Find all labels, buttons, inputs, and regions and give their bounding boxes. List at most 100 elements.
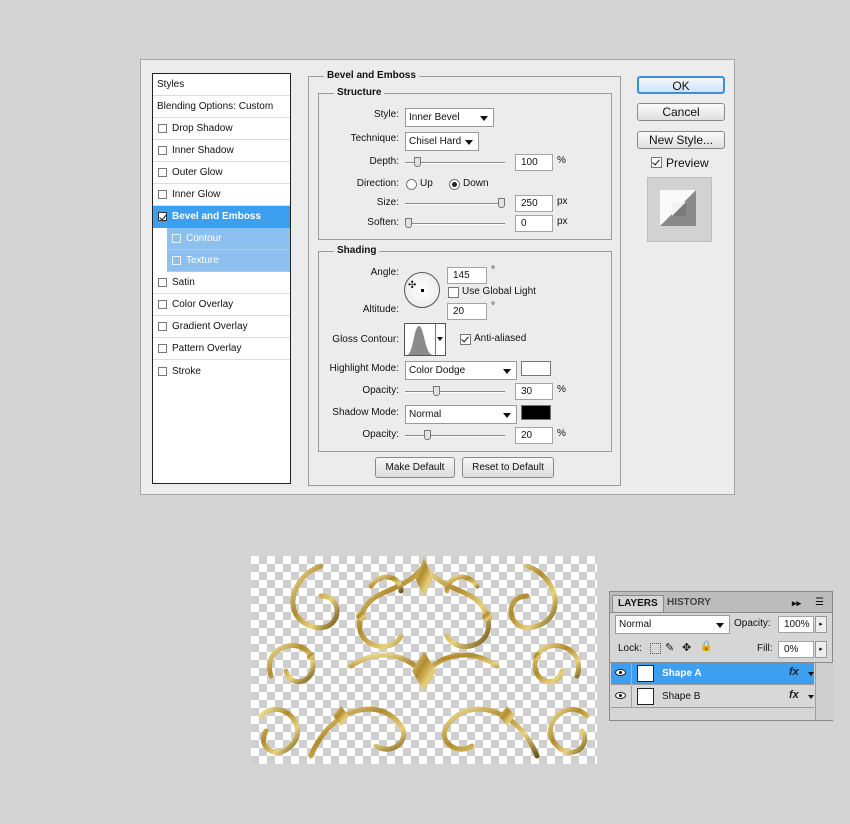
soften-unit: px (557, 216, 568, 227)
satin-checkbox[interactable] (158, 278, 167, 287)
angle-unit: ° (491, 265, 495, 276)
reset-to-default-button[interactable]: Reset to Default (462, 457, 554, 478)
texture-checkbox[interactable] (172, 256, 181, 265)
style-item-inner-glow[interactable]: Inner Glow (153, 184, 290, 206)
highlight-opacity-thumb[interactable] (432, 386, 440, 396)
shadow-opacity-slider[interactable] (405, 430, 505, 440)
lock-brush-icon[interactable]: ✎ (665, 641, 674, 654)
style-item-texture[interactable]: Texture (167, 250, 290, 272)
panel-menu-icon[interactable]: ☰ (815, 597, 824, 608)
gold-ornament-image (258, 558, 590, 759)
fill-arrow-button[interactable]: ▸ (815, 641, 827, 658)
style-item-outer-glow[interactable]: Outer Glow (153, 162, 290, 184)
preview-label: Preview (666, 156, 709, 170)
ok-button[interactable]: OK (637, 76, 725, 94)
highlight-opacity-slider[interactable] (405, 386, 505, 396)
direction-up-radio[interactable] (406, 179, 417, 190)
gradient-overlay-checkbox[interactable] (158, 322, 167, 331)
blend-mode-dropdown[interactable]: Normal (615, 615, 730, 634)
preview-checkbox[interactable] (651, 157, 662, 168)
contour-checkbox[interactable] (172, 234, 181, 243)
layers-scrollbar[interactable] (815, 663, 833, 720)
highlight-opacity-input[interactable]: 30 (515, 383, 553, 400)
fill-label: Fill: (757, 643, 773, 654)
fx-icon[interactable]: fx (789, 689, 799, 701)
shadow-opacity-input[interactable]: 20 (515, 427, 553, 444)
layers-panel: LAYERS HISTORY ▸▸ ☰ Normal Opacity: 100%… (609, 591, 833, 721)
depth-slider[interactable] (405, 157, 505, 167)
highlight-mode-dropdown[interactable]: Color Dodge (405, 361, 517, 380)
use-global-light-checkbox[interactable] (448, 287, 459, 298)
gloss-contour-picker[interactable] (404, 323, 446, 356)
structure-group: Structure Style: Inner Bevel Technique: … (318, 87, 612, 240)
tab-history[interactable]: HISTORY (662, 595, 716, 611)
style-item-satin[interactable]: Satin (153, 272, 290, 294)
soften-input[interactable]: 0 (515, 215, 553, 232)
outer-glow-checkbox[interactable] (158, 168, 167, 177)
shadow-mode-dropdown[interactable]: Normal (405, 405, 517, 424)
depth-input[interactable]: 100 (515, 154, 553, 171)
angle-dial[interactable]: ✣ (404, 272, 440, 308)
make-default-button[interactable]: Make Default (375, 457, 455, 478)
shadow-mode-label: Shadow Mode: (332, 407, 399, 418)
depth-slider-thumb[interactable] (414, 157, 422, 167)
lock-label: Lock: (618, 643, 642, 654)
altitude-input[interactable]: 20 (447, 303, 487, 320)
blending-options[interactable]: Blending Options: Custom (153, 96, 290, 118)
expand-effects-icon[interactable] (808, 695, 814, 699)
eye-icon[interactable] (615, 692, 626, 699)
layer-row-shape-b[interactable]: Shape B fx (611, 686, 814, 708)
cancel-button[interactable]: Cancel (637, 103, 725, 121)
highlight-color-swatch[interactable] (521, 361, 551, 376)
lock-move-icon[interactable]: ✥ (682, 641, 691, 654)
depth-label: Depth: (369, 156, 399, 167)
style-item-contour[interactable]: Contour (167, 228, 290, 250)
size-slider[interactable] (405, 198, 505, 208)
style-item-drop-shadow[interactable]: Drop Shadow (153, 118, 290, 140)
lock-all-icon[interactable]: 🔒 (700, 641, 712, 652)
direction-down-radio[interactable] (449, 179, 460, 190)
layer-row-shape-a[interactable]: Shape A fx (611, 663, 814, 685)
gloss-dropdown-button[interactable] (435, 324, 446, 355)
size-input[interactable]: 250 (515, 195, 553, 212)
soften-slider[interactable] (405, 218, 505, 228)
inner-shadow-checkbox[interactable] (158, 146, 167, 155)
tab-layers[interactable]: LAYERS (612, 595, 664, 612)
drop-shadow-checkbox[interactable] (158, 124, 167, 133)
style-item-color-overlay[interactable]: Color Overlay (153, 294, 290, 316)
shadow-opacity-thumb[interactable] (423, 430, 431, 440)
soften-slider-thumb[interactable] (405, 218, 412, 228)
gloss-contour-label: Gloss Contour: (332, 334, 399, 345)
style-item-pattern-overlay[interactable]: Pattern Overlay (153, 338, 290, 360)
styles-header[interactable]: Styles (153, 74, 290, 96)
size-slider-thumb[interactable] (498, 198, 505, 208)
style-item-inner-shadow[interactable]: Inner Shadow (153, 140, 290, 162)
eye-icon[interactable] (615, 669, 626, 676)
expand-effects-icon[interactable] (808, 672, 814, 676)
shadow-color-swatch[interactable] (521, 405, 551, 420)
fill-input[interactable]: 0% (778, 641, 814, 658)
fx-icon[interactable]: fx (789, 666, 799, 678)
style-item-stroke[interactable]: Stroke (153, 360, 290, 382)
anti-aliased-checkbox[interactable] (460, 334, 471, 345)
style-item-bevel-emboss[interactable]: Bevel and Emboss (153, 206, 290, 228)
style-item-gradient-overlay[interactable]: Gradient Overlay (153, 316, 290, 338)
inner-glow-checkbox[interactable] (158, 190, 167, 199)
altitude-label: Altitude: (362, 304, 399, 315)
color-overlay-checkbox[interactable] (158, 300, 167, 309)
pattern-overlay-checkbox[interactable] (158, 344, 167, 353)
technique-dropdown[interactable]: Chisel Hard (405, 132, 479, 151)
opacity-input[interactable]: 100% (778, 616, 814, 633)
crosshair-icon: ✣ (408, 280, 417, 291)
angle-input[interactable]: 145 (447, 267, 487, 284)
new-style-button[interactable]: New Style... (637, 131, 725, 149)
stroke-checkbox[interactable] (158, 366, 167, 376)
opacity-arrow-button[interactable]: ▸ (815, 616, 827, 633)
style-dropdown[interactable]: Inner Bevel (405, 108, 494, 127)
lock-transparent-icon[interactable] (650, 643, 661, 654)
highlight-mode-label: Highlight Mode: (329, 363, 399, 374)
direction-up-label: Up (420, 178, 433, 189)
bevel-emboss-checkbox[interactable] (158, 212, 167, 221)
technique-label: Technique: (350, 133, 399, 144)
collapse-icon[interactable]: ▸▸ (792, 598, 801, 609)
